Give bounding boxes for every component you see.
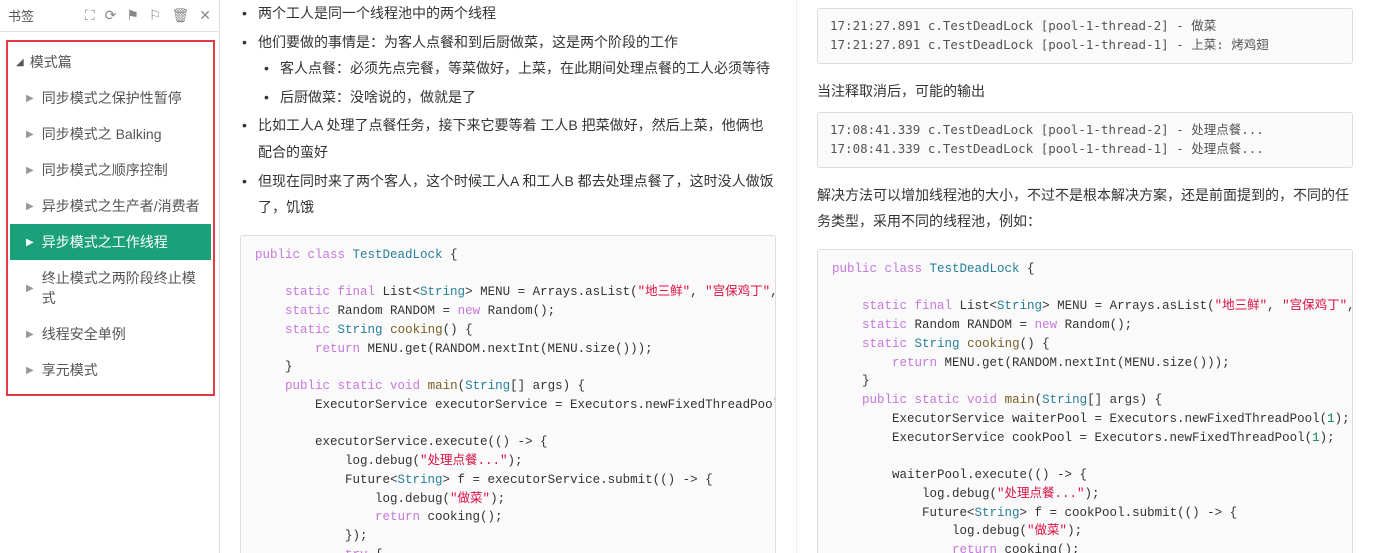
list-item: 他们要做的事情是：为客人点餐和到后厨做菜，这是两个阶段的工作 客人点餐：必须先点… bbox=[240, 29, 776, 111]
paragraph: 当注释取消后，可能的输出 bbox=[817, 78, 1353, 105]
sidebar-item-flyweight[interactable]: ▶ 享元模式 bbox=[10, 352, 211, 388]
triangle-right-icon: ▶ bbox=[26, 329, 34, 340]
item-label: 异步模式之生产者/消费者 bbox=[42, 196, 200, 216]
log-output-2: 17:08:41.339 c.TestDeadLock [pool-1-thre… bbox=[817, 112, 1353, 168]
sidebar-title: 书签 bbox=[8, 6, 34, 25]
sidebar-item-worker[interactable]: ▶ 异步模式之工作线程 bbox=[10, 224, 211, 260]
code-block-left: public class TestDeadLock { static final… bbox=[240, 235, 776, 553]
section-label: 模式篇 bbox=[30, 52, 72, 72]
triangle-right-icon: ▶ bbox=[26, 129, 34, 140]
left-column: 两个工人是同一个线程池中的两个线程 他们要做的事情是：为客人点餐和到后厨做菜，这… bbox=[220, 0, 797, 553]
sidebar-item-producer[interactable]: ▶ 异步模式之生产者/消费者 bbox=[10, 188, 211, 224]
trash-icon[interactable]: 🗑 bbox=[171, 7, 189, 24]
list-text: 他们要做的事情是：为客人点餐和到后厨做菜，这是两个阶段的工作 bbox=[258, 34, 678, 50]
list-item: 比如工人A 处理了点餐任务，接下来它要等着 工人B 把菜做好，然后上菜，他俩也配… bbox=[240, 112, 776, 165]
sidebar-toolbar: ⛶ ⟳ ⚑ ⚐ 🗑 ✕ bbox=[85, 7, 211, 24]
list-item: 客人点餐：必须先点完餐，等菜做好，上菜，在此期间处理点餐的工人必须等待 bbox=[262, 55, 776, 82]
sidebar: 书签 ⛶ ⟳ ⚑ ⚐ 🗑 ✕ ◢ 模式篇 ▶ 同步模式之保护性暂停 ▶ 同步模式之 … bbox=[0, 0, 220, 553]
code-block-right: public class TestDeadLock { static final… bbox=[817, 249, 1353, 553]
sidebar-item-guarded[interactable]: ▶ 同步模式之保护性暂停 bbox=[10, 80, 211, 116]
item-label: 同步模式之保护性暂停 bbox=[42, 88, 182, 108]
sidebar-item-singleton[interactable]: ▶ 线程安全单例 bbox=[10, 316, 211, 352]
triangle-right-icon: ▶ bbox=[26, 283, 34, 294]
item-label: 享元模式 bbox=[42, 360, 98, 380]
sidebar-header: 书签 ⛶ ⟳ ⚑ ⚐ 🗑 ✕ bbox=[0, 0, 219, 32]
list-item: 两个工人是同一个线程池中的两个线程 bbox=[240, 0, 776, 27]
close-icon[interactable]: ✕ bbox=[199, 7, 211, 24]
sidebar-item-balking[interactable]: ▶ 同步模式之 Balking bbox=[10, 116, 211, 152]
tag-icon[interactable]: ⚐ bbox=[149, 7, 162, 24]
triangle-right-icon: ▶ bbox=[26, 237, 34, 248]
item-label: 异步模式之工作线程 bbox=[42, 232, 168, 252]
log-output-1: 17:21:27.891 c.TestDeadLock [pool-1-thre… bbox=[817, 8, 1353, 64]
item-label: 同步模式之顺序控制 bbox=[42, 160, 168, 180]
paragraph: 解决方法可以增加线程池的大小，不过不是根本解决方案，还是前面提到的，不同的任务类… bbox=[817, 182, 1353, 235]
bookmark-icon[interactable]: ⚑ bbox=[126, 7, 139, 24]
right-column: 17:21:27.891 c.TestDeadLock [pool-1-thre… bbox=[797, 0, 1373, 553]
triangle-right-icon: ▶ bbox=[26, 93, 34, 104]
sidebar-content: ◢ 模式篇 ▶ 同步模式之保护性暂停 ▶ 同步模式之 Balking ▶ 同步模式之顺… bbox=[0, 32, 219, 404]
triangle-right-icon: ▶ bbox=[26, 365, 34, 376]
list-item: 后厨做菜：没啥说的，做就是了 bbox=[262, 84, 776, 111]
sidebar-item-order[interactable]: ▶ 同步模式之顺序控制 bbox=[10, 152, 211, 188]
main-content: 两个工人是同一个线程池中的两个线程 他们要做的事情是：为客人点餐和到后厨做菜，这… bbox=[220, 0, 1373, 553]
bullet-list: 两个工人是同一个线程池中的两个线程 他们要做的事情是：为客人点餐和到后厨做菜，这… bbox=[240, 0, 776, 221]
item-label: 线程安全单例 bbox=[42, 324, 126, 344]
item-label: 同步模式之 Balking bbox=[42, 124, 162, 144]
triangle-down-icon: ◢ bbox=[16, 57, 24, 68]
sub-list: 客人点餐：必须先点完餐，等菜做好，上菜，在此期间处理点餐的工人必须等待 后厨做菜… bbox=[262, 55, 776, 110]
triangle-right-icon: ▶ bbox=[26, 165, 34, 176]
list-item: 但现在同时来了两个客人，这个时候工人A 和工人B 都去处理点餐了，这时没人做饭了… bbox=[240, 168, 776, 221]
triangle-right-icon: ▶ bbox=[26, 201, 34, 212]
sidebar-item-twophase[interactable]: ▶ 终止模式之两阶段终止模式 bbox=[10, 260, 211, 316]
item-label: 终止模式之两阶段终止模式 bbox=[42, 268, 205, 308]
expand-all-icon[interactable]: ⛶ bbox=[85, 7, 95, 24]
collapse-icon[interactable]: ⟳ bbox=[105, 7, 117, 24]
section-header[interactable]: ◢ 模式篇 bbox=[10, 44, 211, 80]
highlight-box: ◢ 模式篇 ▶ 同步模式之保护性暂停 ▶ 同步模式之 Balking ▶ 同步模式之顺… bbox=[6, 40, 215, 396]
